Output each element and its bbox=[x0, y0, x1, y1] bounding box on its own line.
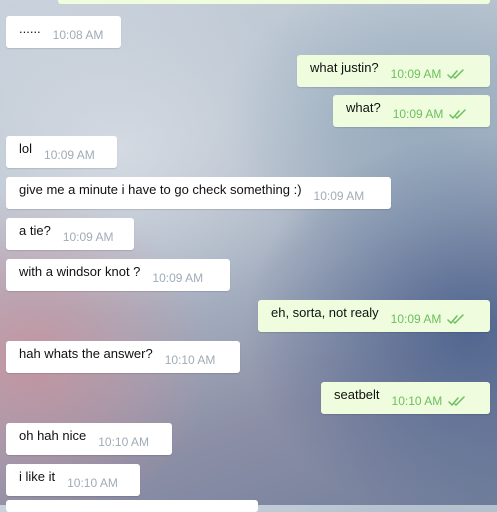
chat-history[interactable]: ...... 10:08 AM what justin? 10:09 AM wh… bbox=[0, 0, 497, 512]
message-text: i like it bbox=[19, 468, 56, 484]
message-incoming[interactable]: with a windsor knot ? 10:09 AM bbox=[6, 259, 230, 291]
message-text: what? bbox=[346, 99, 381, 115]
message-bubble-partial bbox=[6, 500, 258, 512]
message-time: 10:10 AM bbox=[98, 435, 149, 449]
message-incoming[interactable]: ...... 10:08 AM bbox=[6, 16, 121, 48]
message-text: oh hah nice bbox=[19, 427, 87, 443]
message-text: seatbelt bbox=[334, 386, 380, 402]
message-time: 10:09 AM bbox=[62, 230, 114, 244]
double-check-icon bbox=[447, 68, 465, 80]
message-outgoing[interactable]: seatbelt 10:10 AM bbox=[321, 382, 490, 414]
message-time: 10:09 AM bbox=[313, 189, 365, 203]
message-text: eh, sorta, not realy bbox=[271, 304, 379, 320]
message-outgoing[interactable]: what justin? 10:09 AM bbox=[297, 55, 490, 87]
message-incoming[interactable]: a tie? 10:09 AM bbox=[6, 218, 134, 250]
double-check-icon bbox=[449, 108, 467, 120]
double-check-icon bbox=[448, 395, 466, 407]
message-time: 10:08 AM bbox=[52, 28, 104, 42]
message-text: give me a minute i have to go check some… bbox=[19, 181, 302, 197]
message-time: 10:09 AM bbox=[152, 271, 204, 285]
message-bubble-partial bbox=[58, 0, 490, 4]
double-check-icon bbox=[447, 313, 465, 325]
message-text: hah whats the answer? bbox=[19, 345, 153, 361]
message-text: a tie? bbox=[19, 222, 51, 238]
message-incoming[interactable]: i like it 10:10 AM bbox=[6, 464, 140, 496]
message-time: 10:10 AM bbox=[67, 476, 118, 490]
message-time: 10:09 AM bbox=[392, 107, 444, 121]
message-time: 10:10 AM bbox=[164, 353, 216, 367]
message-time: 10:10 AM bbox=[391, 394, 443, 408]
message-text: ...... bbox=[19, 20, 41, 36]
message-time: 10:09 AM bbox=[44, 148, 95, 162]
message-time: 10:09 AM bbox=[390, 67, 442, 81]
message-incoming[interactable]: hah whats the answer? 10:10 AM bbox=[6, 341, 240, 373]
message-text: lol bbox=[19, 140, 33, 156]
message-incoming[interactable]: oh hah nice 10:10 AM bbox=[6, 423, 172, 455]
message-outgoing[interactable]: what? 10:09 AM bbox=[333, 95, 490, 127]
message-text: with a windsor knot ? bbox=[19, 263, 141, 279]
message-incoming[interactable]: give me a minute i have to go check some… bbox=[6, 177, 391, 209]
message-incoming[interactable]: lol 10:09 AM bbox=[6, 136, 117, 168]
message-outgoing[interactable]: eh, sorta, not realy 10:09 AM bbox=[258, 300, 490, 332]
message-time: 10:09 AM bbox=[390, 312, 442, 326]
message-text: what justin? bbox=[310, 59, 379, 75]
